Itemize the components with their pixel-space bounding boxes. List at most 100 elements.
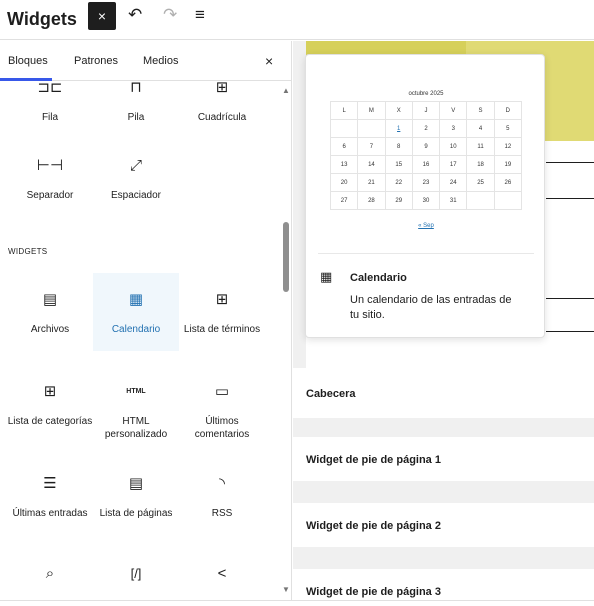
calendar-day: 26 xyxy=(493,173,523,192)
grid-icon: ⊞ xyxy=(215,79,229,96)
block-rss[interactable]: ◝ RSS xyxy=(179,457,265,535)
preview-block-description: Un calendario de las entradas de tu siti… xyxy=(350,294,512,321)
weekday-header: L xyxy=(329,101,359,120)
block-calendario[interactable]: ▦ Calendario xyxy=(93,273,179,351)
block-cuadricula[interactable]: ⊞ Cuadrícula xyxy=(179,77,265,124)
scrollbar-thumb[interactable] xyxy=(283,222,289,292)
bottom-edge xyxy=(0,600,594,606)
block-lista-de-categorias[interactable]: ⊞ Lista de categorías xyxy=(7,365,93,443)
categories-icon: ⊞ xyxy=(43,383,57,400)
calendar-day: 17 xyxy=(439,155,468,174)
block-label: Últimos comentarios xyxy=(194,416,250,440)
block-label: Lista de páginas xyxy=(99,508,173,519)
calendar-icon: ▦ xyxy=(128,291,144,308)
block-archivos[interactable]: ▤ Archivos xyxy=(7,273,93,351)
rss-icon: ◝ xyxy=(219,475,225,492)
divider xyxy=(546,162,594,163)
calendar-day: 24 xyxy=(439,173,468,192)
calendar-day: 18 xyxy=(466,155,495,174)
tab-bloques[interactable]: Bloques xyxy=(8,55,48,67)
terms-list-icon: ⊞ xyxy=(215,291,229,308)
calendar-day: 9 xyxy=(411,137,441,156)
block-label: Lista de términos xyxy=(183,324,261,335)
archive-icon: ▤ xyxy=(42,291,58,308)
block-html-personalizado[interactable]: HTML HTML personalizado xyxy=(93,365,179,443)
calendar-day: 19 xyxy=(493,155,523,174)
block-social[interactable]: < xyxy=(179,549,265,601)
page-title: Widgets xyxy=(7,9,77,29)
calendar-table: LMXJVSD 1 2 3 4 5 6 7 8 9 10 11 12 13 14 15 16 17 18 19 20 2… xyxy=(329,101,523,210)
widget-area-title: Widget de pie de página 1 xyxy=(306,454,441,466)
block-preview-popover: octubre 2025 LMXJVSD 1 2 3 4 5 6 7 8 9 10 11 12 13 14… xyxy=(305,54,545,338)
block-ultimos-comentarios[interactable]: ▭ Últimos comentarios xyxy=(179,365,265,443)
calendar-week-row: 20 21 22 23 24 25 26 xyxy=(329,173,523,192)
block-label: Calendario xyxy=(111,324,161,335)
preview-block-title: Calendario xyxy=(350,272,407,284)
close-panel-icon[interactable]: × xyxy=(265,53,273,69)
calendar-day: 12 xyxy=(493,137,523,156)
weekday-header: X xyxy=(384,101,413,120)
calendar-day: 30 xyxy=(411,191,441,210)
block-espaciador[interactable]: ⤢ Espaciador xyxy=(93,155,179,202)
block-shortcode[interactable]: [/] xyxy=(93,549,179,601)
calendar-day: 4 xyxy=(466,119,495,138)
block-fila[interactable]: ⊐⊏ Fila xyxy=(7,77,93,124)
calendar-day: 15 xyxy=(384,155,413,174)
scroll-up-arrow-icon[interactable]: ▲ xyxy=(282,86,290,95)
scroll-down-arrow-icon[interactable]: ▼ xyxy=(282,585,290,594)
tab-patrones[interactable]: Patrones xyxy=(74,55,118,67)
widget-area-footer-1[interactable]: Widget de pie de página 1 xyxy=(293,437,594,481)
undo-icon[interactable]: ↶ xyxy=(128,5,142,25)
calendar-day xyxy=(329,119,359,138)
calendar-day: 28 xyxy=(357,191,386,210)
close-inserter-button[interactable]: × xyxy=(88,2,116,30)
latest-posts-icon: ☰ xyxy=(43,475,57,492)
block-search[interactable]: ⌕ xyxy=(7,549,93,601)
calendar-day[interactable]: 1 xyxy=(384,119,413,138)
calendar-day: 14 xyxy=(357,155,386,174)
stack-icon: ⊓ xyxy=(130,79,142,96)
list-view-icon[interactable]: ≡ xyxy=(195,5,205,25)
calendar-day: 10 xyxy=(439,137,468,156)
calendar-week-row: 27 28 29 30 31 xyxy=(329,191,523,210)
calendar-day xyxy=(493,191,523,210)
editor-header: Widgets × ↶ ↷ ≡ xyxy=(0,0,594,40)
shortcode-icon: [/] xyxy=(130,566,142,581)
previous-month-link[interactable]: « Sep xyxy=(306,223,546,229)
widget-area-footer-2[interactable]: Widget de pie de página 2 xyxy=(293,503,594,547)
inserter-tabs: Bloques Patrones Medios × xyxy=(0,41,291,81)
block-label: Pila xyxy=(127,112,145,123)
row-icon: ⊐⊏ xyxy=(37,79,63,96)
widget-area-title: Widget de pie de página 2 xyxy=(306,520,441,532)
calendar-day: 7 xyxy=(357,137,386,156)
weekday-header: S xyxy=(466,101,495,120)
calendar-day: 8 xyxy=(384,137,413,156)
section-heading-widgets: WIDGETS xyxy=(8,247,48,256)
calendar-day: 3 xyxy=(439,119,468,138)
weekday-header: M xyxy=(357,101,386,120)
pages-icon: ▤ xyxy=(128,475,144,492)
block-label: Últimas entradas xyxy=(12,508,88,519)
calendar-day: 13 xyxy=(329,155,359,174)
widget-area-cabecera[interactable]: Cabecera xyxy=(293,368,594,418)
redo-icon[interactable]: ↷ xyxy=(163,5,177,25)
weekday-header: J xyxy=(411,101,441,120)
block-ultimas-entradas[interactable]: ☰ Últimas entradas xyxy=(7,457,93,535)
block-separador[interactable]: ⊢⊣ Separador xyxy=(7,155,93,202)
calendar-day: 11 xyxy=(466,137,495,156)
calendar-caption: octubre 2025 xyxy=(408,91,444,97)
block-label: Espaciador xyxy=(110,190,162,201)
calendar-day-link[interactable]: 1 xyxy=(397,126,400,132)
search-icon: ⌕ xyxy=(45,565,55,582)
block-lista-de-terminos[interactable]: ⊞ Lista de términos xyxy=(179,273,265,351)
weekday-header: D xyxy=(493,101,523,120)
block-label: Cuadrícula xyxy=(197,112,247,123)
calendar-day xyxy=(357,119,386,138)
calendar-day: 21 xyxy=(357,173,386,192)
block-pila[interactable]: ⊓ Pila xyxy=(93,77,179,124)
block-lista-de-paginas[interactable]: ▤ Lista de páginas xyxy=(93,457,179,535)
calendar-day: 16 xyxy=(411,155,441,174)
spacer-icon: ⤢ xyxy=(129,157,142,174)
tab-medios[interactable]: Medios xyxy=(143,55,178,67)
separator-icon: ⊢⊣ xyxy=(36,157,64,174)
